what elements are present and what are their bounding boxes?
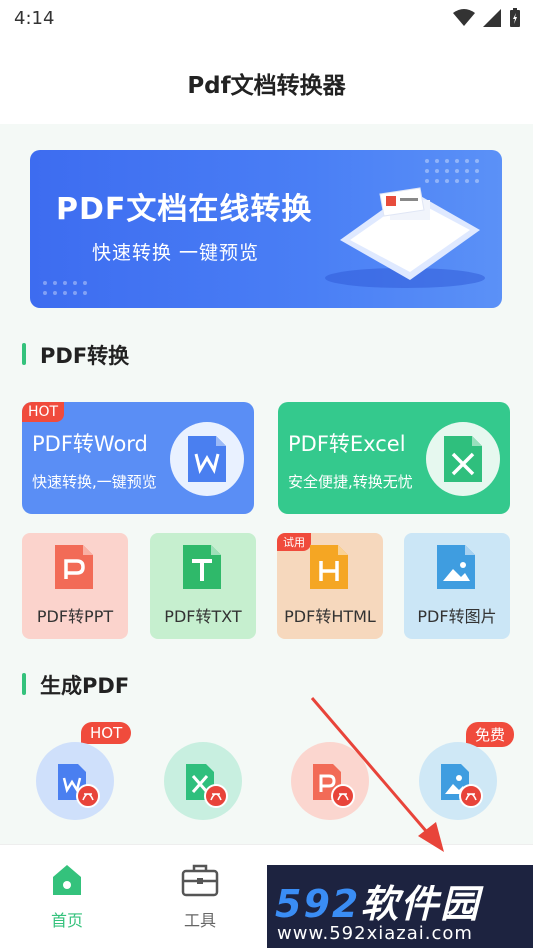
nav-home-label: 首页	[50, 911, 83, 930]
pdf-to-ppt-card[interactable]: PDF转PPT	[22, 533, 128, 639]
battery-icon	[510, 8, 520, 27]
nav-tools[interactable]: 工具	[160, 863, 240, 931]
section-title-convert: PDF转换	[22, 340, 129, 370]
hot-badge: HOT	[81, 722, 132, 744]
status-icons	[453, 8, 521, 28]
nav-tools-label: 工具	[183, 911, 216, 930]
status-bar: 4:14	[0, 0, 533, 40]
section-title-generate: 生成PDF	[22, 670, 129, 700]
card-label: PDF转HTML	[284, 607, 376, 626]
watermark-brand-text: 软件园	[360, 882, 481, 926]
phone-illustration-icon	[325, 187, 485, 288]
card-subtitle: 安全便捷,转换无忧	[288, 473, 413, 491]
card-label: PDF转TXT	[164, 607, 242, 626]
word-to-pdf-button[interactable]	[36, 742, 114, 820]
word-icon	[170, 422, 244, 496]
html-icon	[310, 545, 348, 589]
excel-to-pdf-button[interactable]	[164, 742, 242, 820]
app-title: Pdf文档转换器	[187, 73, 346, 99]
image-to-pdf-icon	[441, 764, 483, 808]
main-content: PDF文档在线转换 快速转换 一键预览 PDF转换 HOT PDF转Word 快…	[0, 124, 533, 844]
card-label: PDF转PPT	[36, 607, 114, 626]
watermark-logo: 592软件园 www.592xiazai.com	[267, 865, 533, 948]
ppt-icon	[55, 545, 93, 589]
banner-subtitle: 快速转换 一键预览	[92, 242, 260, 264]
promo-banner[interactable]: PDF文档在线转换 快速转换 一键预览	[30, 150, 502, 308]
image-icon	[437, 545, 475, 589]
watermark-brand: 592软件园	[275, 873, 480, 928]
card-title: PDF转Word	[32, 432, 148, 456]
status-time: 4:14	[14, 8, 55, 29]
home-icon	[53, 865, 81, 895]
signal-icon	[483, 9, 501, 27]
pdf-to-excel-card[interactable]: PDF转Excel 安全便捷,转换无忧	[278, 402, 510, 514]
ppt-to-pdf-button[interactable]	[291, 742, 369, 820]
ppt-to-pdf-icon	[313, 764, 355, 808]
excel-icon	[426, 422, 500, 496]
card-label: PDF转图片	[417, 607, 497, 626]
nav-home[interactable]: 首页	[27, 863, 107, 931]
word-to-pdf-icon	[58, 764, 100, 808]
pdf-to-image-card[interactable]: PDF转图片	[404, 533, 510, 639]
card-subtitle: 快速转换,一键预览	[32, 473, 157, 491]
trial-badge: 试用	[277, 533, 311, 551]
wifi-icon	[453, 9, 475, 26]
card-title: PDF转Excel	[288, 432, 406, 456]
excel-to-pdf-icon	[186, 764, 228, 808]
pdf-to-word-card[interactable]: HOT PDF转Word 快速转换,一键预览	[22, 402, 254, 514]
banner-title: PDF文档在线转换	[56, 192, 313, 227]
hot-badge: HOT	[22, 402, 65, 422]
pdf-to-txt-card[interactable]: PDF转TXT	[150, 533, 256, 639]
toolbox-icon	[181, 864, 219, 897]
watermark-brand-num: 592	[275, 882, 361, 926]
pdf-to-html-card[interactable]: 试用 PDF转HTML	[277, 533, 383, 639]
image-to-pdf-button[interactable]	[419, 742, 497, 820]
dots-decoration-icon	[43, 281, 87, 295]
watermark-url: www.592xiazai.com	[277, 923, 473, 944]
txt-icon	[183, 545, 221, 589]
